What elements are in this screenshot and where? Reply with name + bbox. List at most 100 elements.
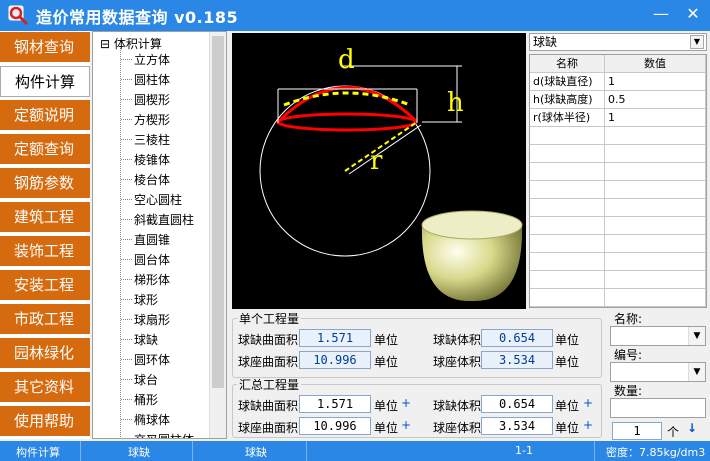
tree-item[interactable]: 球台 xyxy=(134,371,158,388)
name-select[interactable]: ▼ xyxy=(610,326,706,346)
tree-connector xyxy=(121,319,132,320)
tree-item[interactable]: 直圆锥 xyxy=(134,231,170,248)
chevron-down-icon[interactable]: ▼ xyxy=(688,327,705,345)
tree-item[interactable]: 空心圆柱 xyxy=(134,191,182,208)
single-r2-unit: 单位 xyxy=(374,355,399,369)
tree-item[interactable]: 圆台体 xyxy=(134,251,170,268)
sphere-3d-top xyxy=(421,210,523,240)
sidebar-item[interactable]: 市政工程 xyxy=(0,304,90,335)
grid-empty-cell[interactable] xyxy=(605,271,706,289)
shape-select-value: 球缺 xyxy=(533,35,558,49)
total-r2-label: 球座曲面积 xyxy=(238,421,299,435)
grid-empty-cell xyxy=(530,199,605,217)
tree-item[interactable]: 球扇形 xyxy=(134,311,170,328)
tree-scrollbar[interactable] xyxy=(209,32,226,438)
single-r1-unit: 单位 xyxy=(374,333,399,347)
title-bar: 造价常用数据查询 v0.185 — ✕ xyxy=(0,0,710,31)
grid-empty-cell[interactable] xyxy=(605,199,706,217)
status-position: 1-1 xyxy=(515,444,533,457)
tree-item[interactable]: 梯形体 xyxy=(134,271,170,288)
total-r1-value[interactable]: 1.571 xyxy=(299,395,371,413)
tree-item[interactable]: 圆楔形 xyxy=(134,91,170,108)
grid-empty-cell[interactable] xyxy=(605,181,706,199)
grid-empty-cell[interactable] xyxy=(605,145,706,163)
tree-item[interactable]: 椭球体 xyxy=(134,411,170,428)
tree-item[interactable]: 圆柱体 xyxy=(134,71,170,88)
total-r2-add-button[interactable]: + xyxy=(401,418,411,432)
qty-input[interactable]: 1 xyxy=(612,422,662,440)
grid-empty-cell[interactable] xyxy=(605,289,706,307)
sidebar-item[interactable]: 使用帮助 xyxy=(0,406,90,437)
tree-item[interactable]: 方楔形 xyxy=(134,111,170,128)
single-r1b-value[interactable]: 0.654 xyxy=(481,329,553,347)
tree-item[interactable]: 棱台体 xyxy=(134,171,170,188)
total-r2-value[interactable]: 10.996 xyxy=(299,417,371,435)
grid-empty-cell[interactable] xyxy=(605,235,706,253)
tree-scroll-thumb[interactable] xyxy=(212,36,224,388)
total-r1-unit: 单位 xyxy=(374,399,399,413)
cap-base xyxy=(276,112,418,132)
sidebar-item[interactable]: 钢筋参数 xyxy=(0,168,90,199)
single-r2-value[interactable]: 10.996 xyxy=(299,351,371,369)
tree-item[interactable]: 交叉圆柱体 xyxy=(134,431,194,438)
grid-param-value[interactable]: 1 xyxy=(605,109,706,127)
total-r2b-add-button[interactable]: + xyxy=(583,418,593,432)
grid-empty-cell[interactable] xyxy=(605,217,706,235)
tree-item[interactable]: 桶形 xyxy=(134,391,158,408)
qty-unit: 个 xyxy=(667,425,680,439)
chevron-down-icon[interactable]: ▼ xyxy=(690,35,704,49)
total-r1b-value[interactable]: 0.654 xyxy=(481,395,553,413)
chevron-down-icon[interactable]: ▼ xyxy=(688,363,705,381)
tree-item[interactable]: 立方体 xyxy=(134,51,170,68)
tree-item[interactable]: 棱锥体 xyxy=(134,151,170,168)
status-shape-2: 球缺 xyxy=(245,446,267,459)
tree-item[interactable]: 三棱柱 xyxy=(134,131,170,148)
sidebar-item[interactable]: 建筑工程 xyxy=(0,202,90,233)
sidebar-item[interactable]: 安装工程 xyxy=(0,270,90,301)
tree-root[interactable]: ⊟ 体积计算 xyxy=(100,35,162,52)
sidebar-item[interactable]: 构件计算 xyxy=(0,66,90,97)
close-button[interactable]: ✕ xyxy=(682,5,704,25)
minimize-button[interactable]: — xyxy=(650,5,672,25)
total-r2b-unit: 单位 xyxy=(555,421,580,435)
grid-empty-cell[interactable] xyxy=(605,127,706,145)
grid-param-value[interactable]: 1 xyxy=(605,73,706,91)
shape-select[interactable]: 球缺 ▼ xyxy=(529,33,707,51)
grid-param-value[interactable]: 0.5 xyxy=(605,91,706,109)
single-r2b-unit: 单位 xyxy=(555,355,580,369)
sidebar-item[interactable]: 定额查询 xyxy=(0,134,90,165)
code-select[interactable]: ▼ xyxy=(610,362,706,382)
total-r1b-unit: 单位 xyxy=(555,399,580,413)
single-r2b-value[interactable]: 3.534 xyxy=(481,351,553,369)
sidebar-item[interactable]: 定额说明 xyxy=(0,100,90,131)
grid-empty-cell xyxy=(530,289,605,307)
status-divider xyxy=(594,441,595,461)
sidebar-item[interactable]: 装饰工程 xyxy=(0,236,90,267)
total-r2b-value[interactable]: 3.534 xyxy=(481,417,553,435)
tree-item[interactable]: 球形 xyxy=(134,291,158,308)
grid-header-name: 名称 xyxy=(530,55,605,73)
total-r1-add-button[interactable]: + xyxy=(401,396,411,410)
single-r1-value[interactable]: 1.571 xyxy=(299,329,371,347)
arrow-down-icon[interactable]: ↓ xyxy=(687,421,697,435)
single-r1b-label: 球缺体积 xyxy=(433,333,482,347)
qty-extra-input[interactable] xyxy=(610,398,706,418)
sidebar-item[interactable]: 其它资料 xyxy=(0,372,90,403)
sidebar-item[interactable]: 园林绿化 xyxy=(0,338,90,369)
tree-connector xyxy=(121,119,132,120)
tree-item[interactable]: 斜截直圆柱 xyxy=(134,211,194,228)
grid-empty-cell[interactable] xyxy=(605,253,706,271)
sidebar-item[interactable]: 钢材查询 xyxy=(0,32,90,63)
tree-connector xyxy=(121,299,132,300)
total-r2b-label: 球座体积 xyxy=(433,421,482,435)
total-r2-unit: 单位 xyxy=(374,421,399,435)
grid-param-name: h(球缺高度) xyxy=(530,91,605,109)
total-r1b-add-button[interactable]: + xyxy=(583,396,593,410)
tree-item[interactable]: 球缺 xyxy=(134,331,158,348)
grid-param-name: d(球缺直径) xyxy=(530,73,605,91)
grid-empty-cell[interactable] xyxy=(605,163,706,181)
tree-item[interactable]: 圆环体 xyxy=(134,351,170,368)
parameter-grid: 名称 数值 d(球缺直径) 1 h(球缺高度) 0.5 r(球体半径) 1 xyxy=(529,54,707,308)
grid-empty-cell xyxy=(530,145,605,163)
h-label: h xyxy=(447,88,464,118)
